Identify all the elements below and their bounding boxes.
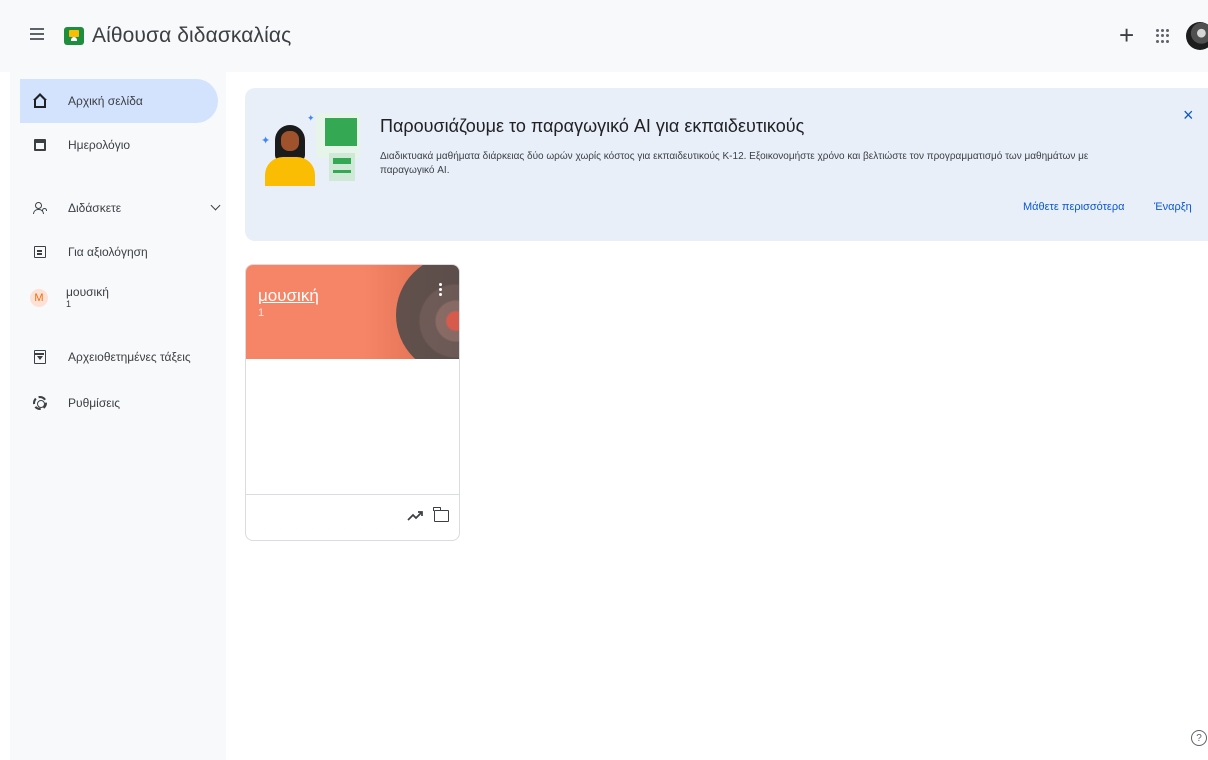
learn-more-button[interactable]: Μάθετε περισσότερα: [1023, 201, 1124, 213]
sidebar-item-label: Για αξιολόγηση: [68, 245, 148, 259]
class-initial-badge: M: [30, 289, 48, 307]
classroom-logo-icon[interactable]: [64, 27, 84, 45]
folder-icon[interactable]: [433, 507, 449, 522]
gear-icon: [32, 395, 48, 411]
sidebar-item-label: Ημερολόγιο: [68, 138, 131, 152]
sidebar-item-teaching[interactable]: Διδάσκετε: [22, 186, 221, 230]
review-list-icon: [32, 244, 48, 260]
help-icon[interactable]: ?: [1191, 730, 1207, 746]
class-card-title[interactable]: μουσική: [258, 286, 319, 306]
sidebar-item-to-review[interactable]: Για αξιολόγηση: [22, 230, 218, 274]
sidebar-item-class-music[interactable]: M μουσική 1: [22, 276, 218, 320]
sidebar-item-home[interactable]: Αρχική σελίδα: [20, 79, 218, 123]
sidebar-item-calendar[interactable]: Ημερολόγιο: [22, 123, 218, 167]
start-button[interactable]: Έναρξη: [1154, 201, 1192, 213]
class-card[interactable]: μουσική 1: [245, 264, 460, 541]
sidebar-item-label: μουσική: [66, 285, 109, 299]
sidebar: Αρχική σελίδα Ημερολόγιο Διδάσκετε Για α…: [10, 72, 226, 760]
class-card-section[interactable]: 1: [258, 307, 264, 319]
sidebar-item-label: Αρχική σελίδα: [68, 94, 143, 108]
calendar-icon: [32, 137, 48, 153]
trending-up-icon[interactable]: [407, 509, 425, 523]
main-menu-icon[interactable]: [26, 25, 48, 47]
more-options-icon[interactable]: [432, 281, 448, 301]
sidebar-item-settings[interactable]: Ρυθμίσεις: [22, 381, 218, 425]
class-card-illustration: [396, 265, 459, 359]
sidebar-item-label: Αρχειοθετημένες τάξεις: [68, 350, 191, 364]
close-icon[interactable]: ×: [1183, 106, 1194, 124]
card-divider: [246, 494, 459, 495]
sidebar-item-archived[interactable]: Αρχειοθετημένες τάξεις: [22, 335, 218, 379]
top-app-bar: Αίθουσα διδασκαλίας +: [0, 0, 1208, 72]
teacher-illustration: ✦ ✦: [261, 113, 361, 186]
chevron-down-icon[interactable]: [210, 200, 221, 211]
google-apps-icon[interactable]: [1156, 29, 1170, 43]
banner-title: Παρουσιάζουμε το παραγωγικό AI για εκπαι…: [380, 116, 805, 136]
app-title[interactable]: Αίθουσα διδασκαλίας: [92, 24, 291, 48]
class-card-header[interactable]: μουσική 1: [246, 265, 459, 359]
archive-icon: [32, 349, 48, 365]
sidebar-item-label: Ρυθμίσεις: [68, 396, 121, 410]
create-join-class-icon[interactable]: +: [1119, 22, 1134, 48]
home-icon: [32, 93, 48, 109]
sidebar-item-label: Διδάσκετε: [68, 201, 122, 215]
sidebar-item-sublabel: 1: [66, 299, 72, 309]
account-avatar[interactable]: [1186, 22, 1208, 50]
banner-description: Διαδικτυακά μαθήματα διάρκειας δύο ωρών …: [380, 151, 1089, 176]
people-icon: [32, 200, 48, 216]
sparkle-icon: ✦: [307, 113, 315, 123]
promo-banner: ✦ ✦ Παρουσιάζουμε το παραγωγικό AI για ε…: [245, 88, 1208, 241]
sparkle-icon: ✦: [261, 135, 271, 147]
